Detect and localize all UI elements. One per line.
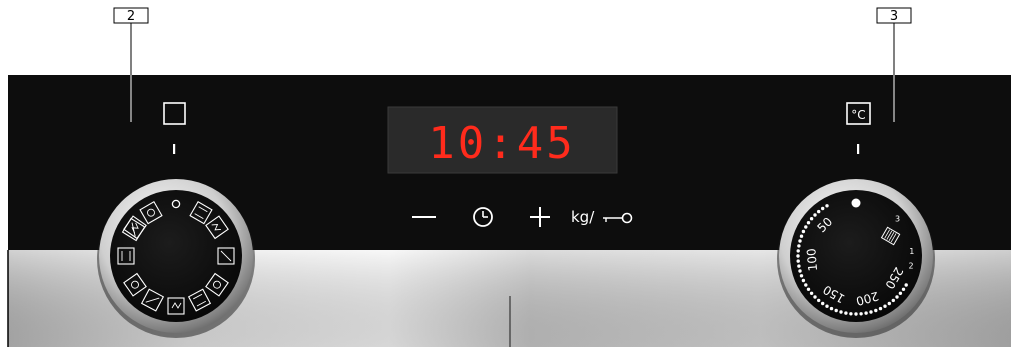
temperature-scale-dot <box>891 298 895 303</box>
temperature-scale-dot <box>804 283 808 287</box>
minus-button[interactable] <box>410 206 436 228</box>
temperature-scale-dot <box>813 295 817 299</box>
temperature-scale-dot <box>854 312 858 316</box>
temperature-scale-dot <box>796 254 800 258</box>
temperature-scale-dot <box>801 229 806 234</box>
temperature-scale-dot <box>798 239 802 243</box>
temperature-scale-dot <box>806 221 811 225</box>
temperature-scale-dot <box>821 206 825 211</box>
temperature-scale-dot <box>883 304 887 308</box>
temperature-scale-dot <box>834 308 838 313</box>
temperature-scale-dot <box>849 312 853 316</box>
temperature-scale-dot <box>796 249 800 253</box>
temperature-scale-dot <box>895 295 899 299</box>
temperature-scale-dot <box>804 225 808 229</box>
callout-3: 3 <box>876 7 912 24</box>
callout-number-3: 3 <box>890 9 898 24</box>
temperature-scale-dot <box>839 310 843 314</box>
temperature-off-dot <box>851 198 861 208</box>
temperature-scale-dot <box>817 209 821 214</box>
temperature-scale-dot <box>825 304 829 308</box>
clock-time-readout: 10:45 <box>428 118 575 169</box>
kg-label: kg/ <box>571 208 595 226</box>
temperature-scale-dot <box>825 204 829 208</box>
grill-level-label: 3 <box>895 215 900 224</box>
temperature-unit-text: °C <box>851 108 865 122</box>
temperature-scale-dot <box>878 306 883 311</box>
temperature-scale-dot <box>799 234 804 238</box>
grill-level-label: 1 <box>909 247 914 256</box>
temperature-scale-dot <box>796 259 800 263</box>
callout-number-2: 2 <box>127 9 135 24</box>
temperature-scale-dot <box>817 298 821 303</box>
temperature-scale-dot <box>859 312 863 316</box>
temperature-scale-dot <box>797 264 801 268</box>
temperature-scale-dot <box>844 311 848 315</box>
temperature-selector-knob[interactable]: 50100150 200250123 <box>777 179 935 338</box>
temperature-scale-dot <box>797 244 801 248</box>
temperature-scale-dot <box>821 301 825 306</box>
grill-level-label: 2 <box>909 262 914 271</box>
temperature-scale-dot <box>874 308 878 313</box>
temperature-scale-dot <box>801 278 806 283</box>
oven-control-panel-diagram: 2 3 °C 10:45 kg/ 50100150 200250123 <box>7 7 1011 347</box>
temperature-scale-dot <box>809 217 814 221</box>
temperature-scale-dot <box>798 269 802 273</box>
temperature-scale-dot <box>813 213 817 217</box>
temperature-scale-dot <box>809 291 814 295</box>
function-selector-knob[interactable] <box>97 179 255 338</box>
temperature-scale-dot <box>898 291 903 295</box>
temperature-scale-dot <box>806 287 811 291</box>
temperature-index-mark <box>857 144 860 154</box>
temperature-scale-dot <box>864 311 868 315</box>
temperature-scale-dot <box>904 283 908 287</box>
temperature-scale-dot <box>829 306 834 311</box>
temperature-scale-dot <box>869 310 873 314</box>
temperature-scale-dot <box>799 274 804 278</box>
temperature-scale-dot <box>901 287 906 291</box>
callout-2: 2 <box>113 7 149 24</box>
function-index-mark <box>173 144 176 154</box>
temperature-scale-label: 100 <box>804 248 820 272</box>
temperature-scale-dot <box>887 301 891 306</box>
